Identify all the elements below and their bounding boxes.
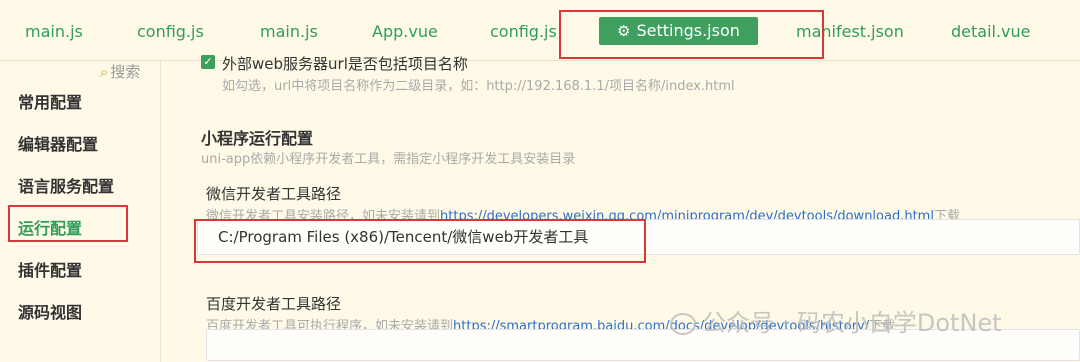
external-server-desc: 如勾选，url中将项目名称作为二级目录，如：http://192.168.1.1… [222,79,735,94]
external-server-label: 外部web服务器url是否包括项目名称 [222,55,468,73]
tab-config-js-2[interactable]: config.js [490,20,557,44]
editor-tab-bar: main.js config.js main.js App.vue config… [0,0,1080,61]
sidebar-item-language-service[interactable]: 语言服务配置 [18,173,114,197]
tab-detail-vue[interactable]: detail.vue [951,20,1031,44]
highlight-box-settings-tab [559,10,824,59]
highlight-box-run-config [8,205,128,242]
sidebar-item-common[interactable]: 常用配置 [18,89,82,113]
highlight-box-wechat-path [194,219,646,263]
tab-main-js-2[interactable]: main.js [260,20,318,44]
baidu-path-label: 百度开发者工具路径 [206,295,342,313]
sidebar-search[interactable]: ⌕ 搜索 [100,61,140,82]
sidebar-item-plugins[interactable]: 插件配置 [18,257,82,281]
watermark: 公众号 · 码农小白学DotNet [670,303,1002,338]
sidebar-item-editor[interactable]: 编辑器配置 [18,131,98,155]
wechat-logo-icon [670,313,696,335]
sidebar-item-source-view[interactable]: 源码视图 [18,299,82,323]
wechat-path-label: 微信开发者工具路径 [206,185,342,203]
search-icon: ⌕ [100,63,109,81]
external-server-checkbox[interactable]: ✓ [201,55,215,69]
miniprogram-section-title: 小程序运行配置 [201,129,314,148]
search-label: 搜索 [110,63,141,81]
miniprogram-section-desc: uni-app依赖小程序开发者工具，需指定小程序开发工具安装目录 [201,152,576,167]
tab-main-js[interactable]: main.js [25,20,83,44]
tab-app-vue[interactable]: App.vue [372,20,438,44]
watermark-text: 公众号 · 码农小白学DotNet [702,309,1002,337]
tab-config-js[interactable]: config.js [137,20,204,44]
